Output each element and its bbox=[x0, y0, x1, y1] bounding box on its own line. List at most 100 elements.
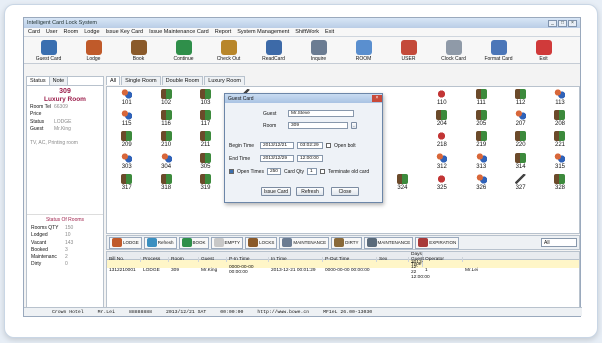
begin-time-input[interactable]: 03:02:29 bbox=[297, 142, 323, 149]
room-cell[interactable]: 325 bbox=[422, 172, 461, 193]
room-cell[interactable]: 115 bbox=[107, 108, 146, 129]
legend-dirty[interactable]: DIRTY bbox=[331, 236, 362, 249]
menu-item[interactable]: Lodge bbox=[84, 29, 99, 35]
toolbar-button[interactable]: USER bbox=[386, 37, 431, 63]
menu-item[interactable]: Report bbox=[215, 29, 232, 35]
dialog-close-icon[interactable]: × bbox=[372, 95, 382, 102]
room-cell[interactable]: 205 bbox=[462, 108, 501, 129]
menu-item[interactable]: Room bbox=[64, 29, 79, 35]
begin-date-input[interactable]: 2013/12/21 bbox=[260, 142, 294, 149]
menu-item[interactable]: ShiftWork bbox=[295, 29, 319, 35]
room-cell[interactable]: 211 bbox=[186, 129, 225, 150]
room-cell[interactable]: 305 bbox=[186, 151, 225, 172]
legend-book[interactable]: BOOK bbox=[178, 236, 209, 249]
close-window-button[interactable]: × bbox=[568, 19, 577, 27]
legend-locks[interactable]: LOCKS bbox=[245, 236, 278, 249]
toolbar-button[interactable]: ReadCard bbox=[251, 37, 296, 63]
room-cell[interactable]: 312 bbox=[422, 151, 461, 172]
legend-maintenance[interactable]: MAINTENANCE bbox=[363, 236, 414, 249]
toolbar-button[interactable]: Clock Card bbox=[431, 37, 476, 63]
toolbar-button[interactable]: Check Out bbox=[206, 37, 251, 63]
room-cell[interactable]: 314 bbox=[501, 151, 540, 172]
room-cell[interactable]: 112 bbox=[501, 87, 540, 108]
room-cell[interactable]: 326 bbox=[462, 172, 501, 193]
card-qty-input[interactable]: 1 bbox=[306, 168, 317, 175]
room-cell[interactable]: 219 bbox=[462, 129, 501, 150]
room-cell[interactable]: 304 bbox=[146, 151, 185, 172]
room-cell[interactable]: 303 bbox=[107, 151, 146, 172]
room-cell[interactable]: 110 bbox=[422, 87, 461, 108]
menu-item[interactable]: Card bbox=[28, 29, 40, 35]
room-cell[interactable]: 208 bbox=[540, 108, 579, 129]
room-cell[interactable]: 113 bbox=[540, 87, 579, 108]
room-cell[interactable]: 221 bbox=[540, 129, 579, 150]
room-tab[interactable]: Single Room bbox=[121, 76, 161, 85]
room-cell[interactable]: 327 bbox=[501, 172, 540, 193]
minimize-button[interactable]: _ bbox=[548, 19, 557, 27]
guest-input[interactable]: Mr.Steve bbox=[288, 110, 354, 117]
room-cell[interactable]: 318 bbox=[146, 172, 185, 193]
menu-item[interactable]: Issue Maintenance Card bbox=[149, 29, 209, 35]
room-number-label: 117 bbox=[200, 121, 211, 128]
toolbar-button[interactable]: ROOM bbox=[341, 37, 386, 63]
left-tab[interactable]: Note bbox=[49, 77, 69, 85]
room-cell[interactable]: 103 bbox=[186, 87, 225, 108]
room-cell[interactable]: 209 bbox=[107, 129, 146, 150]
room-cell[interactable]: 328 bbox=[540, 172, 579, 193]
room-cell[interactable]: 319 bbox=[186, 172, 225, 193]
legend-empty[interactable]: EMPTY bbox=[210, 236, 244, 249]
maximize-button[interactable]: □ bbox=[558, 19, 567, 27]
room-cell[interactable]: 317 bbox=[107, 172, 146, 193]
toolbar-button[interactable]: Guest Card bbox=[26, 37, 71, 63]
toolbar-button[interactable]: Format Card bbox=[476, 37, 521, 63]
refresh-button[interactable]: Refresh bbox=[296, 187, 324, 196]
close-button[interactable]: Close bbox=[331, 187, 359, 196]
room-tab[interactable]: Luxury Room bbox=[204, 76, 245, 85]
room-cell[interactable]: 102 bbox=[146, 87, 185, 108]
room-cell[interactable]: 315 bbox=[540, 151, 579, 172]
room-cell[interactable]: 116 bbox=[146, 108, 185, 129]
toolbar-button[interactable]: Book bbox=[116, 37, 161, 63]
open-times-checkbox[interactable] bbox=[229, 169, 234, 174]
title-bar: Intelligent Card Lock System _ □ × bbox=[24, 18, 580, 28]
end-time-input[interactable]: 12:00:00 bbox=[297, 155, 323, 162]
room-cell[interactable]: 207 bbox=[501, 108, 540, 129]
room-picker-button[interactable]: . bbox=[351, 122, 357, 129]
menu-item[interactable]: User bbox=[46, 29, 58, 35]
room-cell[interactable]: 324 bbox=[383, 172, 422, 193]
menu-item[interactable]: System Management bbox=[237, 29, 289, 35]
legend-swatch-icon bbox=[213, 238, 224, 247]
toolbar-button[interactable]: Continue bbox=[161, 37, 206, 63]
legend-expiration[interactable]: EXPIRATION bbox=[415, 236, 460, 249]
open-bolt-checkbox[interactable] bbox=[326, 143, 331, 148]
room-cell[interactable]: 111 bbox=[462, 87, 501, 108]
card-qty-label: Card Qty bbox=[283, 168, 304, 175]
toolbar-button[interactable]: Exit bbox=[521, 37, 566, 63]
menu-item[interactable]: Issue Key Card bbox=[106, 29, 144, 35]
toolbar-button[interactable]: Inquire bbox=[296, 37, 341, 63]
legend-maintenance[interactable]: MAINTENANCE bbox=[279, 236, 330, 249]
room-filter-select[interactable]: All bbox=[541, 238, 577, 247]
room-phone-icon bbox=[436, 131, 448, 142]
legend-refresh[interactable]: Refresh bbox=[143, 236, 177, 249]
room-cell[interactable]: 101 bbox=[107, 87, 146, 108]
room-cell[interactable]: 313 bbox=[462, 151, 501, 172]
room-tab[interactable]: All bbox=[106, 76, 121, 85]
terminate-checkbox[interactable] bbox=[319, 169, 325, 174]
left-tab[interactable]: Status bbox=[27, 77, 50, 85]
room-cell[interactable]: 204 bbox=[422, 108, 461, 129]
room-tab[interactable]: Double Room bbox=[161, 76, 204, 85]
room-number-label: 326 bbox=[476, 184, 487, 191]
menu-item[interactable]: Exit bbox=[325, 29, 334, 35]
table-cell: 2013-12-22 12:00:00 bbox=[411, 260, 430, 280]
room-cell[interactable]: 218 bbox=[422, 129, 461, 150]
legend-lodge[interactable]: LODGE bbox=[109, 236, 142, 249]
end-date-input[interactable]: 2013/12/29 bbox=[260, 155, 294, 162]
room-cell[interactable]: 220 bbox=[501, 129, 540, 150]
toolbar-button[interactable]: Lodge bbox=[71, 37, 116, 63]
room-cell[interactable]: 210 bbox=[146, 129, 185, 150]
open-times-input[interactable]: 250 bbox=[266, 168, 281, 175]
room-input[interactable]: 309 bbox=[288, 122, 348, 129]
room-cell[interactable]: 117 bbox=[186, 108, 225, 129]
issue-card-button[interactable]: Issue Card bbox=[261, 187, 291, 196]
